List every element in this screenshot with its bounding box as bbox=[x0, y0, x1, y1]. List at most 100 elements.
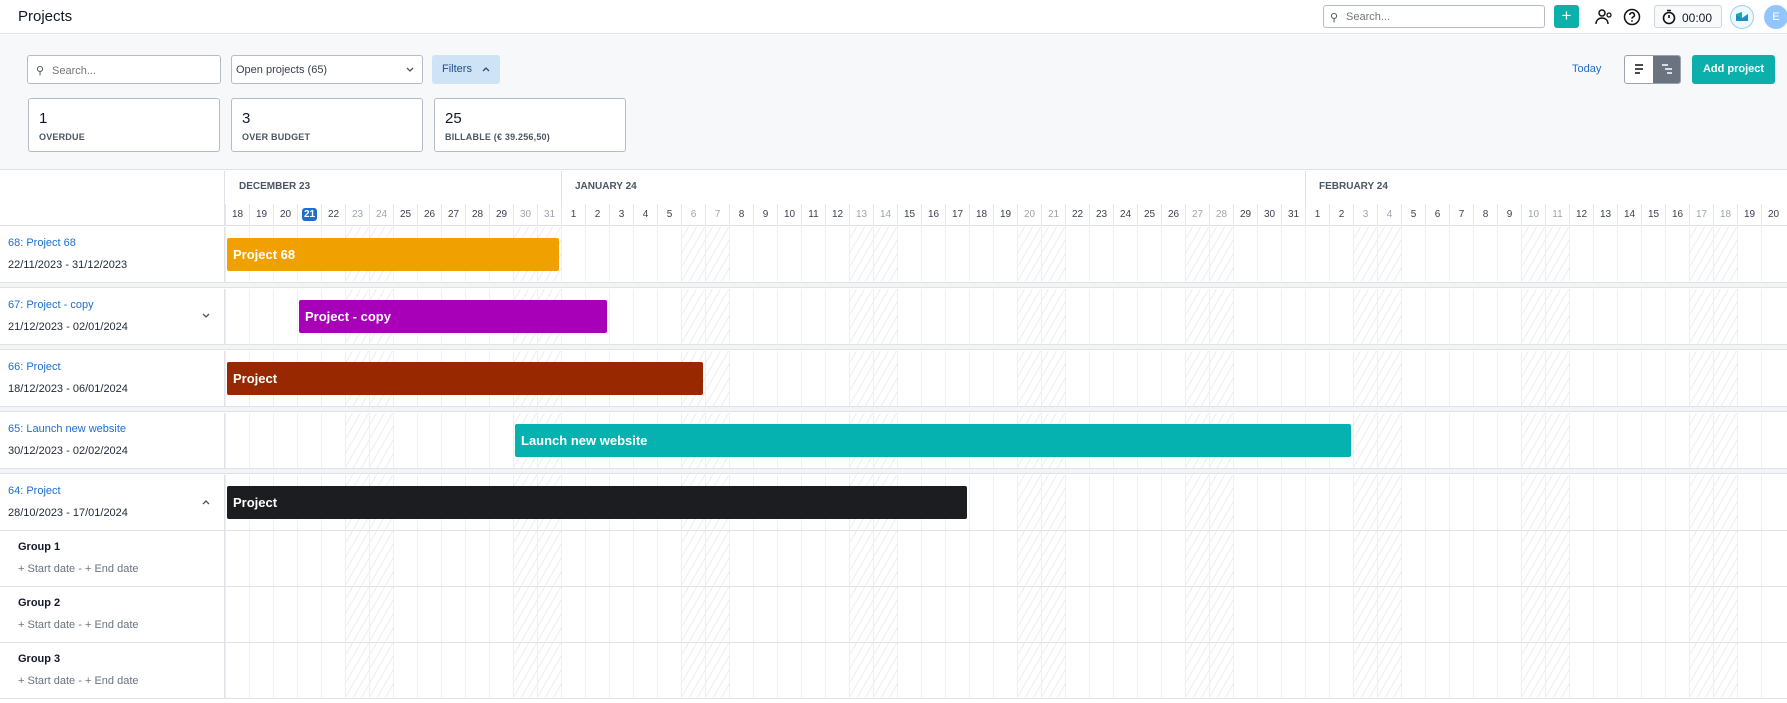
global-search-input[interactable] bbox=[1346, 9, 1536, 24]
project-start-date: 28/10/2023 bbox=[8, 507, 64, 519]
grid-line bbox=[1257, 289, 1258, 344]
group-name[interactable]: Group 1 bbox=[18, 541, 60, 553]
project-bar[interactable]: Project bbox=[227, 486, 967, 519]
grid-line bbox=[1113, 475, 1114, 530]
project-bar[interactable]: Launch new website bbox=[515, 424, 1351, 457]
add-end-date[interactable]: + End date bbox=[85, 563, 139, 575]
grid-line bbox=[873, 227, 874, 282]
timeline-grid[interactable]: Launch new website bbox=[225, 413, 1787, 468]
group-name[interactable]: Group 3 bbox=[18, 653, 60, 665]
global-search[interactable]: ⚲ bbox=[1323, 5, 1545, 28]
weekend-shading bbox=[1713, 413, 1737, 468]
row-separator bbox=[0, 345, 1787, 350]
project-link[interactable]: 64: Project bbox=[8, 485, 61, 497]
project-start-date: 22/11/2023 bbox=[8, 259, 63, 271]
grid-line bbox=[1449, 531, 1450, 586]
list-view-button[interactable] bbox=[1625, 56, 1653, 83]
day-cell: 27 bbox=[441, 204, 465, 226]
grid-line bbox=[1689, 587, 1690, 642]
weekend-shading bbox=[537, 531, 561, 586]
add-start-date[interactable]: + Start date bbox=[18, 563, 75, 575]
group-name[interactable]: Group 2 bbox=[18, 597, 60, 609]
add-end-date[interactable]: + End date bbox=[85, 619, 139, 631]
add-project-button[interactable]: Add project bbox=[1692, 55, 1775, 84]
user-avatar[interactable]: E bbox=[1764, 5, 1787, 29]
weekend-shading bbox=[1377, 413, 1401, 468]
add-start-date[interactable]: + Start date bbox=[18, 619, 75, 631]
help-icon[interactable] bbox=[1622, 7, 1642, 27]
grid-line bbox=[1113, 227, 1114, 282]
grid-line bbox=[777, 531, 778, 586]
day-number: 31 bbox=[543, 209, 556, 220]
day-cell: 6 bbox=[1425, 204, 1449, 226]
grid-line bbox=[345, 643, 346, 698]
timeline-grid[interactable] bbox=[225, 643, 1787, 698]
weekend-shading bbox=[369, 643, 393, 698]
project-bar[interactable]: Project - copy bbox=[299, 300, 607, 333]
project-link[interactable]: 66: Project bbox=[8, 361, 61, 373]
stat-over-budget[interactable]: 3 OVER BUDGET bbox=[231, 98, 423, 152]
stat-billable[interactable]: 25 BILLABLE (€ 39.256,50) bbox=[434, 98, 626, 152]
weekend-shading bbox=[1377, 475, 1401, 530]
timeline-grid[interactable]: Project bbox=[225, 351, 1787, 406]
project-row: Project - copy 67: Project - copy 21/12/20… bbox=[0, 289, 1787, 345]
day-number: 7 bbox=[1458, 209, 1465, 220]
grid-line bbox=[657, 227, 658, 282]
chevron-down-icon[interactable] bbox=[202, 313, 210, 319]
grid-line bbox=[1713, 643, 1714, 698]
day-cell: 10 bbox=[1521, 204, 1545, 226]
grid-line bbox=[297, 289, 298, 344]
timeline-grid[interactable] bbox=[225, 587, 1787, 642]
grid-line bbox=[921, 227, 922, 282]
list-icon bbox=[1635, 64, 1643, 74]
weekend-shading bbox=[873, 587, 897, 642]
grid-line bbox=[393, 587, 394, 642]
project-bar[interactable]: Project 68 bbox=[227, 238, 559, 271]
project-link[interactable]: 67: Project - copy bbox=[8, 299, 94, 311]
filters-button[interactable]: Filters bbox=[432, 55, 500, 84]
timeline-grid[interactable]: Project bbox=[225, 475, 1787, 530]
add-end-date[interactable]: + End date bbox=[85, 675, 139, 687]
project-bar[interactable]: Project bbox=[227, 362, 703, 395]
chevron-up-icon[interactable] bbox=[202, 499, 210, 505]
grid-line bbox=[945, 643, 946, 698]
group-info: Group 2 + Start date - + End date bbox=[0, 587, 225, 642]
day-number: 24 bbox=[1119, 209, 1132, 220]
grid-line bbox=[345, 531, 346, 586]
timeline-grid[interactable]: Project 68 bbox=[225, 227, 1787, 282]
stat-overdue[interactable]: 1 OVERDUE bbox=[28, 98, 220, 152]
grid-line bbox=[825, 587, 826, 642]
weekend-shading bbox=[849, 289, 873, 344]
day-cell: 31 bbox=[537, 204, 561, 226]
team-icon[interactable] bbox=[1594, 7, 1614, 27]
weekend-shading bbox=[1689, 227, 1713, 282]
status-select[interactable]: Open projects (65) bbox=[231, 55, 423, 84]
timeline-grid[interactable] bbox=[225, 531, 1787, 586]
grid-line bbox=[1761, 587, 1762, 642]
add-start-date[interactable]: + Start date bbox=[18, 675, 75, 687]
timeline-grid[interactable]: Project - copy bbox=[225, 289, 1787, 344]
day-cell: 18 bbox=[1713, 204, 1737, 226]
project-row: Launch new website 65: Launch new website… bbox=[0, 413, 1787, 469]
project-search[interactable]: ⚲ bbox=[27, 55, 221, 84]
grid-line bbox=[345, 587, 346, 642]
month-label: JANUARY 24 bbox=[575, 181, 637, 192]
grid-line bbox=[729, 227, 730, 282]
project-link[interactable]: 68: Project 68 bbox=[8, 237, 76, 249]
grid-line bbox=[1041, 643, 1042, 698]
day-number: 21 bbox=[301, 208, 318, 221]
grid-line bbox=[1017, 289, 1018, 344]
gantt-view-button[interactable] bbox=[1653, 56, 1680, 83]
video-meeting-icon[interactable] bbox=[1730, 5, 1754, 29]
weekend-shading bbox=[849, 587, 873, 642]
weekend-shading bbox=[705, 587, 729, 642]
grid-line bbox=[1521, 351, 1522, 406]
stat-label: OVER BUDGET bbox=[242, 132, 311, 142]
time-tracker[interactable]: 00:00 bbox=[1654, 5, 1722, 28]
group-row: Group 1 + Start date - + End date bbox=[0, 531, 1787, 587]
project-link[interactable]: 65: Launch new website bbox=[8, 423, 126, 435]
grid-line bbox=[1353, 351, 1354, 406]
project-search-input[interactable] bbox=[52, 63, 212, 78]
today-link[interactable]: Today bbox=[1572, 63, 1601, 75]
quick-add-button[interactable]: + bbox=[1554, 5, 1579, 28]
